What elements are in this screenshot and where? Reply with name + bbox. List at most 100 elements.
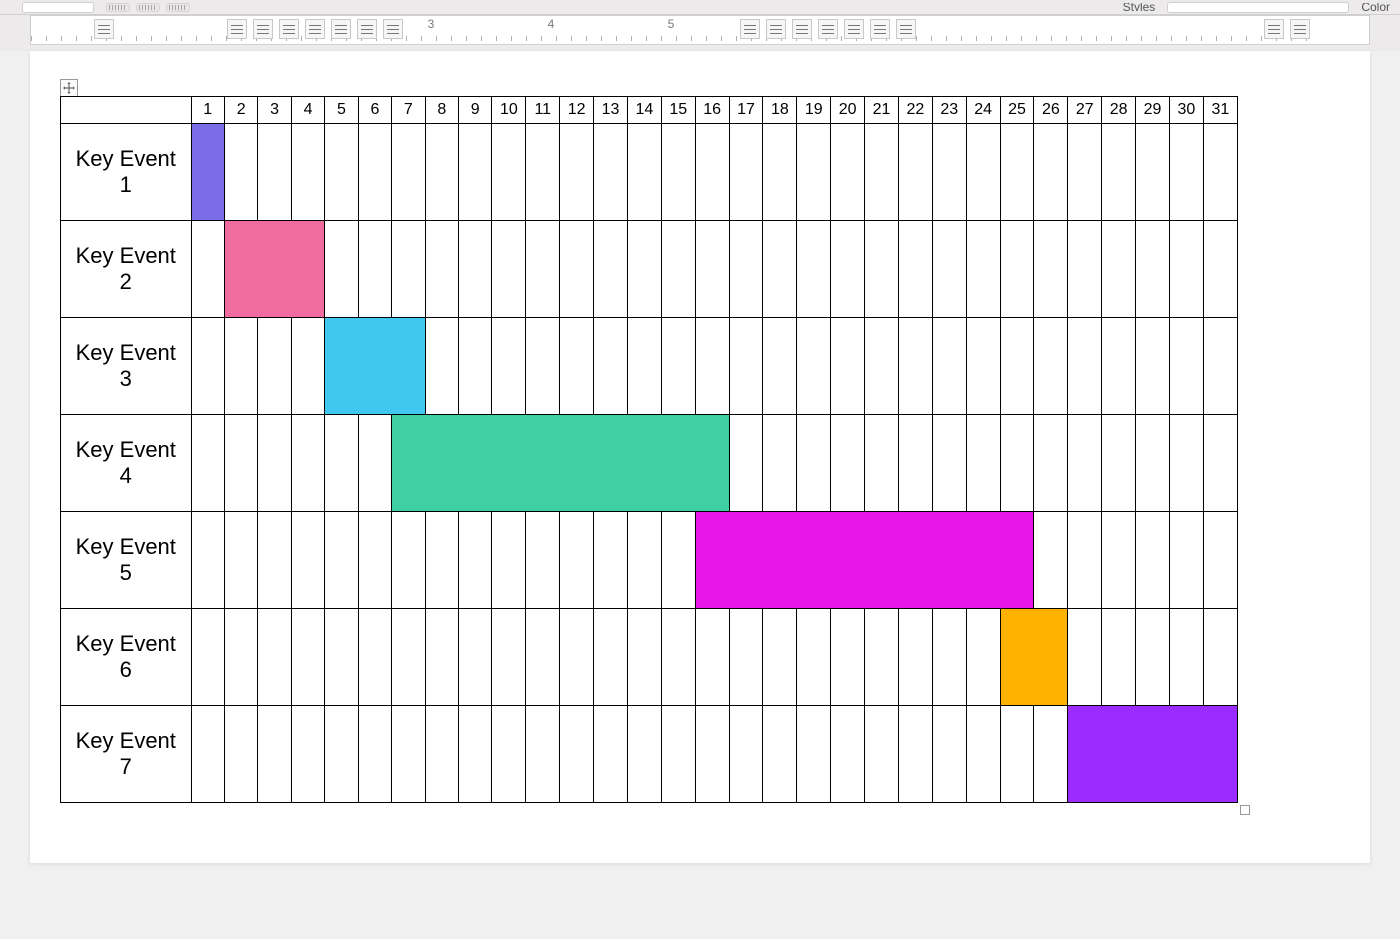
gantt-row-label: Key Event 4	[61, 415, 192, 512]
gantt-cell	[425, 318, 458, 415]
ruler-tabstop-cluster[interactable]	[740, 19, 916, 39]
gantt-cell	[729, 124, 763, 221]
ruler-tabstop-cluster[interactable]	[1264, 19, 1310, 39]
gantt-cell	[258, 415, 291, 512]
tabstop-icon[interactable]	[279, 19, 299, 39]
gantt-cell	[191, 415, 224, 512]
gantt-cell	[560, 124, 594, 221]
gantt-cell	[425, 221, 458, 318]
gantt-cell	[191, 512, 224, 609]
gantt-cell	[1068, 415, 1102, 512]
gantt-cell	[1169, 512, 1203, 609]
gantt-cell	[898, 706, 932, 803]
toolbar: Styles Color	[0, 0, 1400, 15]
gantt-bar-segment	[392, 415, 425, 512]
gantt-day-header: 23	[932, 97, 966, 124]
tabstop-icon[interactable]	[357, 19, 377, 39]
gantt-cell	[492, 706, 526, 803]
gantt-day-header: 14	[627, 97, 661, 124]
gantt-cell	[392, 706, 425, 803]
tabstop-icon[interactable]	[331, 19, 351, 39]
gantt-cell	[459, 221, 492, 318]
gantt-cell	[1068, 318, 1102, 415]
gantt-day-header: 28	[1102, 97, 1136, 124]
gantt-header-row: 1234567891011121314151617181920212223242…	[61, 97, 1238, 124]
tabstop-icon[interactable]	[253, 19, 273, 39]
tabstop-icon[interactable]	[305, 19, 325, 39]
tabstop-icon[interactable]	[227, 19, 247, 39]
ruler[interactable]: 3450	[30, 15, 1370, 45]
gantt-cell	[1068, 609, 1102, 706]
tabstop-icon[interactable]	[870, 19, 890, 39]
gantt-cell	[358, 706, 391, 803]
ruler-tabstop-cluster[interactable]	[227, 19, 403, 39]
tabstop-icon[interactable]	[94, 19, 114, 39]
gantt-day-header: 2	[224, 97, 257, 124]
toolbar-dropdown[interactable]	[22, 2, 94, 13]
gantt-cell	[627, 124, 661, 221]
gantt-cell	[831, 221, 865, 318]
gantt-bar-segment	[1000, 512, 1034, 609]
gantt-row-label: Key Event 6	[61, 609, 192, 706]
tabstop-icon[interactable]	[383, 19, 403, 39]
styles-dropdown[interactable]	[1167, 2, 1349, 13]
tabstop-icon[interactable]	[766, 19, 786, 39]
gantt-cell	[425, 706, 458, 803]
gantt-day-header: 15	[661, 97, 695, 124]
gantt-cell	[1102, 318, 1136, 415]
gantt-cell	[392, 221, 425, 318]
gantt-cell	[1000, 415, 1034, 512]
tabstop-icon[interactable]	[896, 19, 916, 39]
gantt-cell	[729, 318, 763, 415]
gantt-cell	[325, 415, 358, 512]
gantt-cell	[392, 609, 425, 706]
gantt-cell	[1136, 318, 1170, 415]
gantt-cell	[1136, 221, 1170, 318]
gantt-cell	[224, 609, 257, 706]
gantt-cell	[291, 415, 324, 512]
gantt-cell	[932, 221, 966, 318]
gantt-row: Key Event 5	[61, 512, 1238, 609]
gantt-cell	[865, 124, 899, 221]
gantt-cell	[526, 609, 560, 706]
toolbar-button[interactable]	[106, 3, 130, 12]
gantt-bar-segment	[729, 512, 763, 609]
gantt-cell	[459, 124, 492, 221]
gantt-cell	[492, 609, 526, 706]
gantt-cell	[392, 124, 425, 221]
gantt-cell	[831, 124, 865, 221]
gantt-row-label: Key Event 5	[61, 512, 192, 609]
toolbar-button[interactable]	[166, 3, 190, 12]
tabstop-icon[interactable]	[818, 19, 838, 39]
gantt-day-header: 11	[526, 97, 560, 124]
gantt-cell	[898, 318, 932, 415]
gantt-cell	[763, 415, 797, 512]
tabstop-icon[interactable]	[1290, 19, 1310, 39]
gantt-cell	[1000, 706, 1034, 803]
gantt-bar-segment	[932, 512, 966, 609]
toolbar-button[interactable]	[136, 3, 160, 12]
gantt-bar-segment	[526, 415, 560, 512]
gantt-cell	[627, 609, 661, 706]
gantt-row: Key Event 4	[61, 415, 1238, 512]
gantt-day-header: 21	[865, 97, 899, 124]
tabstop-icon[interactable]	[740, 19, 760, 39]
gantt-cell	[392, 512, 425, 609]
gantt-cell	[627, 512, 661, 609]
tabstop-icon[interactable]	[844, 19, 864, 39]
gantt-cell	[258, 512, 291, 609]
ruler-wrap: 3450	[0, 15, 1400, 51]
tabstop-icon[interactable]	[792, 19, 812, 39]
gantt-cell	[224, 124, 257, 221]
gantt-cell	[1102, 415, 1136, 512]
table-move-handle[interactable]	[60, 79, 78, 97]
gantt-bar-segment	[425, 415, 458, 512]
gantt-cell	[1068, 124, 1102, 221]
ruler-tabstop-cluster[interactable]	[94, 19, 114, 39]
gantt-cell	[627, 221, 661, 318]
gantt-cell	[831, 318, 865, 415]
tabstop-icon[interactable]	[1264, 19, 1284, 39]
gantt-cell	[729, 221, 763, 318]
gantt-cell	[459, 706, 492, 803]
gantt-cell	[1203, 124, 1237, 221]
